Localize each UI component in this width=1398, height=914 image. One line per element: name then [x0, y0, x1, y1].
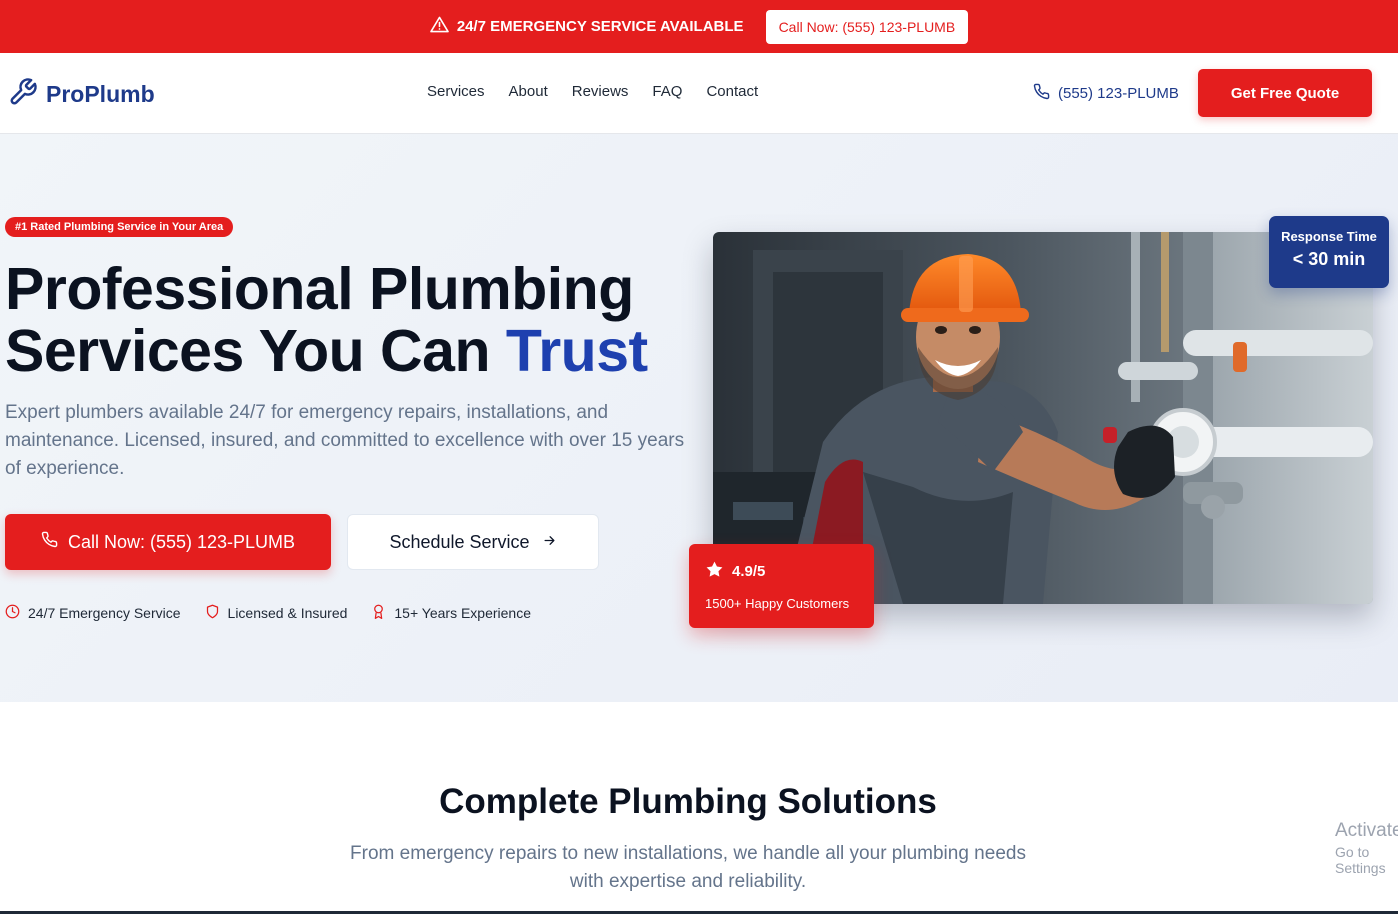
nav-link-reviews[interactable]: Reviews — [572, 83, 629, 100]
solutions-subtitle: From emergency repairs to new installati… — [350, 843, 1026, 892]
feature-emergency-label: 24/7 Emergency Service — [28, 605, 181, 621]
rating-score-row: 4.9/5 — [705, 560, 874, 583]
shield-icon — [205, 604, 220, 622]
star-icon — [705, 560, 724, 583]
emergency-bar: 24/7 EMERGENCY SERVICE AVAILABLE Call No… — [0, 0, 1398, 53]
phone-icon — [41, 531, 58, 553]
feature-experience: 15+ Years Experience — [371, 604, 531, 622]
response-time-card: Response Time < 30 min — [1269, 216, 1389, 288]
hero-features: 24/7 Emergency Service Licensed & Insure… — [5, 604, 531, 622]
feature-emergency: 24/7 Emergency Service — [5, 604, 181, 622]
solutions-title: Complete Plumbing Solutions — [439, 782, 937, 821]
windows-activation-watermark: Activate Go to Settings — [1335, 820, 1398, 876]
award-icon — [371, 604, 386, 622]
logo[interactable]: ProPlumb — [8, 77, 155, 112]
schedule-service-label: Schedule Service — [389, 531, 530, 552]
nav-link-faq[interactable]: FAQ — [652, 83, 682, 100]
hero-title: Professional Plumbing Services You Can T… — [5, 258, 705, 382]
rating-score: 4.9/5 — [732, 563, 766, 580]
nav-phone-number: (555) 123-PLUMB — [1058, 85, 1179, 102]
response-time-label: Response Time — [1281, 229, 1377, 244]
hero-section: #1 Rated Plumbing Service in Your Area P… — [0, 134, 1398, 702]
nav-link-about[interactable]: About — [509, 83, 548, 100]
response-time-value: < 30 min — [1292, 249, 1366, 269]
hero-call-label: Call Now: (555) 123-PLUMB — [67, 531, 296, 552]
hero-title-accent: Trust — [505, 318, 648, 384]
nav-link-contact[interactable]: Contact — [706, 83, 758, 100]
navbar: ProPlumb Services About Reviews FAQ Cont… — [0, 53, 1398, 134]
watermark-line-2: Go to Settings — [1335, 844, 1386, 876]
arrow-right-icon — [542, 532, 557, 553]
emergency-text: 24/7 EMERGENCY SERVICE AVAILABLE — [456, 18, 744, 35]
clock-icon — [5, 604, 20, 622]
nav-phone-link[interactable]: (555) 123-PLUMB — [1033, 83, 1179, 104]
schedule-service-button[interactable]: Schedule Service — [347, 514, 599, 570]
nav-link-services[interactable]: Services — [427, 83, 485, 100]
rating-card: 4.9/5 1500+ Happy Customers — [689, 544, 874, 628]
hero-call-button[interactable]: Call Now: (555) 123-PLUMB — [5, 514, 331, 570]
feature-licensed: Licensed & Insured — [205, 604, 348, 622]
wrench-icon — [8, 77, 38, 112]
emergency-notice: 24/7 EMERGENCY SERVICE AVAILABLE — [430, 16, 744, 37]
nav-links: Services About Reviews FAQ Contact — [427, 83, 758, 100]
warning-triangle-icon — [430, 16, 449, 37]
phone-icon — [1033, 83, 1050, 104]
feature-licensed-label: Licensed & Insured — [227, 605, 348, 621]
rating-badge: #1 Rated Plumbing Service in Your Area — [5, 217, 234, 237]
hero-subtitle: Expert plumbers available 24/7 for emerg… — [5, 402, 685, 479]
rating-customers: 1500+ Happy Customers — [705, 596, 850, 611]
logo-text: ProPlumb — [46, 81, 155, 107]
feature-experience-label: 15+ Years Experience — [394, 605, 531, 621]
emergency-call-button[interactable]: Call Now: (555) 123-PLUMB — [765, 9, 969, 44]
solutions-section: Complete Plumbing Solutions From emergen… — [0, 702, 1398, 914]
watermark-line-1: Activate — [1335, 820, 1398, 841]
get-free-quote-button[interactable]: Get Free Quote — [1198, 69, 1372, 117]
